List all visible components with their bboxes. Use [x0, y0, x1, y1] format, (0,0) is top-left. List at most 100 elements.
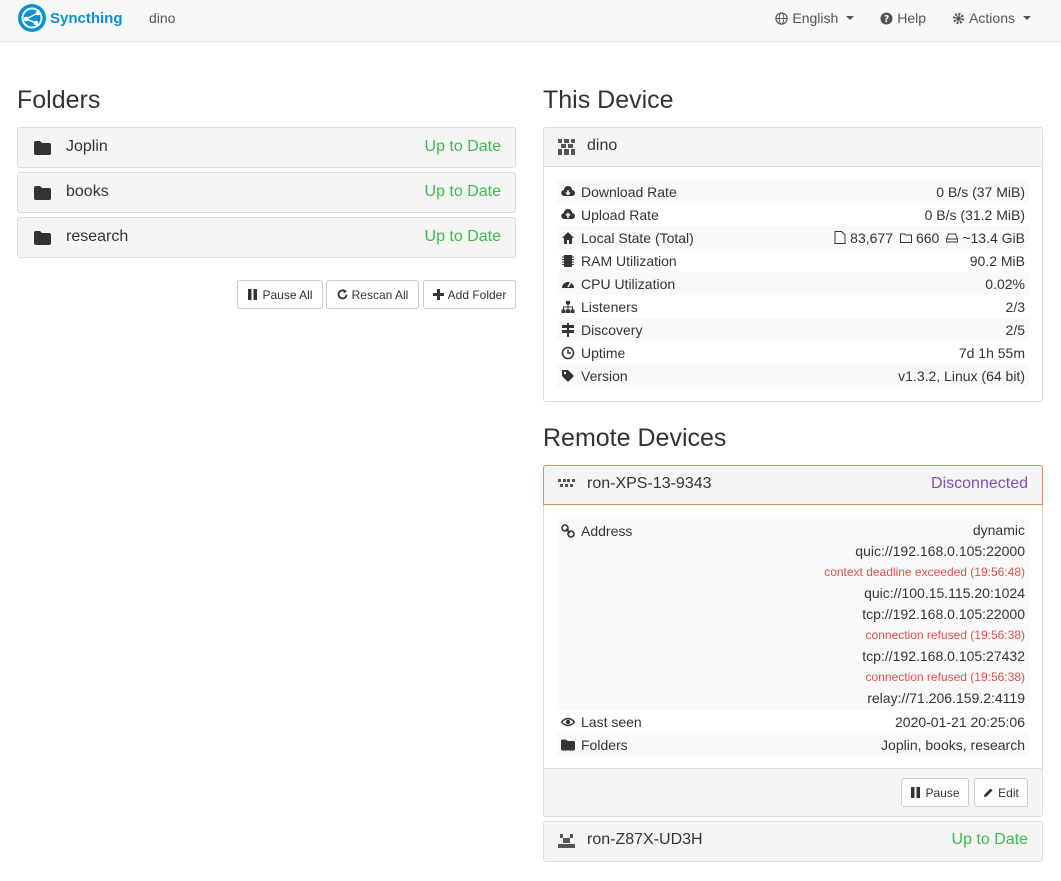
add-folder-label: Add Folder [447, 287, 507, 302]
language-menu[interactable]: English [775, 10, 855, 26]
address-error: connection refused (19:56:38) [865, 670, 1025, 684]
row-label: RAM Utilization [581, 252, 677, 269]
cpu-row: CPU Utilization 0.02% [557, 272, 1029, 295]
this-device-name: dino [587, 137, 618, 154]
folder-icon [34, 141, 51, 155]
version-row: Version v1.3.2, Linux (64 bit) [557, 364, 1029, 387]
remote-device-heading-xps[interactable]: ron-XPS-13-9343 Disconnected [543, 465, 1043, 505]
address-error: context deadline exceeded (19:56:48) [824, 565, 1025, 579]
clock-icon [561, 346, 575, 359]
row-value: Joplin, books, research [881, 736, 1025, 753]
pause-label: Pause [925, 785, 960, 800]
brand-link[interactable]: Syncthing [17, 3, 123, 33]
row-label: Folders [581, 736, 628, 753]
chevron-down-icon [846, 16, 855, 20]
remote-device-panel-xps: ron-XPS-13-9343 Disconnected Address dyn… [543, 465, 1043, 817]
folder-name: research [66, 228, 129, 245]
folder-icon [561, 739, 575, 750]
row-value: 0 B/s (31.2 MiB) [924, 206, 1025, 223]
pause-device-button[interactable]: Pause [901, 778, 969, 807]
remote-device-status: Up to Date [951, 831, 1028, 848]
pause-all-label: Pause All [262, 287, 313, 302]
edit-device-button[interactable]: Edit [974, 778, 1028, 807]
shared-folders-row: Folders Joplin, books, research [557, 733, 1029, 756]
remote-device-panel-z87x[interactable]: ron-Z87X-UD3H Up to Date [543, 821, 1043, 862]
last-seen-row: Last seen 2020-01-21 20:25:06 [557, 710, 1029, 733]
row-label: Local State (Total) [581, 229, 694, 246]
address-item: tcp://192.168.0.105:27432 [862, 648, 1025, 664]
add-folder-button[interactable]: Add Folder [423, 280, 516, 309]
download-rate-row: Download Rate 0 B/s (37 MiB) [557, 180, 1029, 203]
globe-icon [775, 11, 789, 25]
row-value: 2/5 [1005, 321, 1025, 338]
folder-panel-books[interactable]: books Up to Date [17, 172, 516, 213]
hdd-icon [946, 233, 959, 243]
pause-all-button[interactable]: Pause All [237, 280, 323, 309]
discovery-row: Discovery 2/5 [557, 318, 1029, 341]
uptime-row: Uptime 7d 1h 55m [557, 341, 1029, 364]
folder-icon [34, 186, 51, 200]
row-value: 2020-01-21 20:25:06 [895, 713, 1025, 730]
chevron-down-icon [1023, 16, 1031, 20]
row-label: Address [581, 522, 633, 539]
row-label: Download Rate [581, 183, 677, 200]
address-item: quic://192.168.0.105:22000 [855, 543, 1025, 559]
language-label: English [792, 10, 839, 26]
help-label: Help [897, 10, 927, 26]
nav-device-name: dino [149, 10, 176, 26]
dirs-count: 660 [915, 229, 940, 246]
identicon-icon [558, 139, 575, 155]
identicon-icon [558, 834, 575, 848]
question-circle-icon: ? [880, 11, 893, 24]
brand-name: Syncthing [50, 9, 123, 27]
link-icon [561, 523, 575, 538]
remote-device-name: ron-Z87X-UD3H [587, 831, 703, 848]
folders-title: Folders [17, 86, 101, 114]
edit-label: Edit [998, 785, 1019, 800]
address-label-row: Address [557, 519, 1029, 542]
remote-device-heading-z87x[interactable]: ron-Z87X-UD3H Up to Date [544, 822, 1042, 861]
pencil-icon [984, 788, 993, 797]
row-label: Listeners [581, 298, 638, 315]
remote-devices-title: Remote Devices [543, 424, 727, 452]
row-label: Uptime [581, 344, 626, 361]
refresh-icon [337, 289, 348, 300]
identicon-icon [558, 479, 575, 487]
this-device-panel: dino Download Rate 0 B/s (37 MiB) Upload… [543, 127, 1043, 402]
pause-icon [911, 787, 921, 798]
remote-device-name: ron-XPS-13-9343 [587, 475, 712, 492]
folder-panel-joplin[interactable]: Joplin Up to Date [17, 127, 516, 168]
remote-device-meta-table: Last seen 2020-01-21 20:25:06 Folders Jo… [557, 710, 1029, 756]
folder-icon [34, 231, 51, 245]
sitemap-icon [561, 300, 575, 313]
cloud-download-icon [561, 185, 575, 196]
folder-name: books [66, 183, 109, 200]
folder-panel-research[interactable]: research Up to Date [17, 217, 516, 258]
row-value: 7d 1h 55m [958, 344, 1025, 361]
tag-icon [562, 369, 574, 382]
svg-text:?: ? [884, 13, 889, 24]
row-value: 2/3 [1005, 298, 1025, 315]
row-value: 90.2 MiB [969, 252, 1025, 269]
this-device-heading[interactable]: dino [544, 128, 1042, 167]
folder-status: Up to Date [424, 183, 501, 200]
address-label-overlay: Address [557, 519, 1029, 542]
row-value: v1.3.2, Linux (64 bit) [898, 367, 1025, 384]
help-menu[interactable]: ? Help [880, 10, 926, 26]
local-state-value: 83,677 660 ~13.4 GiB [834, 230, 1025, 246]
listeners-row: Listeners 2/3 [557, 295, 1029, 318]
home-icon [562, 231, 574, 244]
rescan-all-button[interactable]: Rescan All [326, 280, 419, 309]
folder-status: Up to Date [424, 228, 501, 245]
files-count: 83,677 [850, 229, 893, 246]
this-device-info-table: Download Rate 0 B/s (37 MiB) Upload Rate… [557, 180, 1029, 387]
row-label: Upload Rate [581, 206, 659, 223]
folder-status: Up to Date [424, 138, 501, 155]
row-label: Version [581, 367, 628, 384]
actions-menu[interactable]: Actions [952, 10, 1031, 26]
address-list: dynamic quic://192.168.0.105:22000 conte… [824, 520, 1025, 709]
local-state-row: Local State (Total) 83,677 660 ~13.4 GiB [557, 226, 1029, 249]
cloud-upload-icon [561, 208, 575, 219]
remote-device-footer: Pause Edit [544, 768, 1042, 816]
this-device-title: This Device [543, 86, 674, 114]
